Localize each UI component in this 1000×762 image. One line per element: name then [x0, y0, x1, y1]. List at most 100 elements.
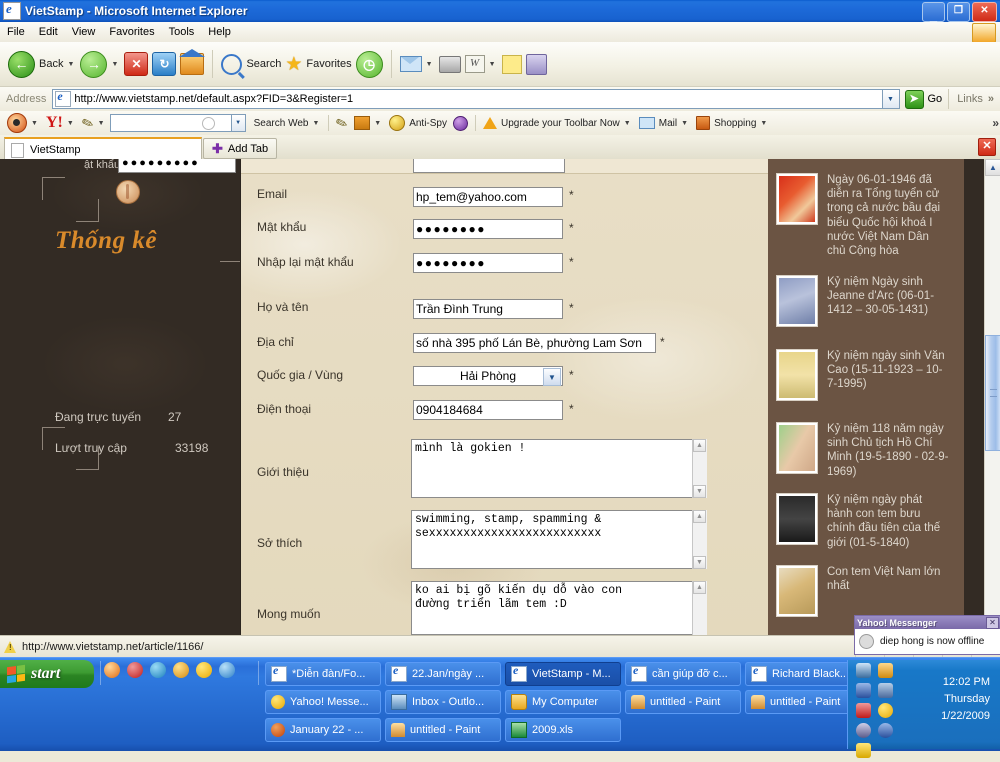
address-field-input[interactable]: số nhà 395 phố Lán Bè, phường Lam Sơn: [413, 333, 656, 353]
task-button-my-computer[interactable]: My Computer: [505, 690, 621, 714]
task-button-can-giup-do[interactable]: cần giúp đỡ c...: [625, 662, 741, 686]
yahoo-bookmarks-button[interactable]: ▼: [351, 116, 386, 130]
news-item-6[interactable]: Con tem Việt Nam lớn nhất: [776, 565, 949, 617]
firefox-quicklaunch-icon[interactable]: [104, 662, 120, 678]
research-button[interactable]: [524, 44, 549, 84]
menu-item-edit[interactable]: Edit: [32, 24, 65, 40]
menu-item-help[interactable]: Help: [201, 24, 238, 40]
menu-item-favorites[interactable]: Favorites: [102, 24, 161, 40]
tray-display-icon[interactable]: [856, 683, 871, 698]
tray-users-icon[interactable]: [878, 683, 894, 698]
news-item-2[interactable]: Kỷ niệm Ngày sinh Jeanne d'Arc (06-01-14…: [776, 275, 949, 327]
task-button-dien-dan[interactable]: *Diễn đàn/Fo...: [265, 662, 381, 686]
notes-button[interactable]: [500, 44, 524, 84]
links-chevron-icon[interactable]: »: [988, 93, 994, 105]
task-button-paint-1[interactable]: untitled - Paint: [625, 690, 741, 714]
forward-button[interactable]: → ▼: [78, 44, 122, 84]
yahoo-home-dropdown-icon[interactable]: ▼: [67, 120, 76, 127]
tray-yahoo-messenger-icon[interactable]: [878, 703, 894, 718]
mail-dropdown-icon[interactable]: ▼: [426, 61, 435, 68]
yahoo-highlight-button[interactable]: ✎: [333, 113, 351, 132]
yahoo-messenger-quicklaunch-icon[interactable]: [196, 662, 212, 678]
edit-button[interactable]: W ▼: [463, 44, 500, 84]
yahoo-popup-blocker-button[interactable]: [450, 115, 471, 131]
hobbies-textarea[interactable]: swimming, stamp, spamming & sexxxxxxxxxx…: [411, 510, 706, 569]
yahoo-search-dropdown-icon[interactable]: ▼: [231, 114, 246, 132]
news-item-4[interactable]: Kỷ niệm 118 năm ngày sinh Chủ tịch Hồ Ch…: [776, 422, 949, 479]
clipped-password-input[interactable]: ●●●●●●●●●: [118, 159, 236, 173]
yahoo-toolbar-logo-button[interactable]: ▼: [4, 113, 43, 133]
photo-quicklaunch-icon[interactable]: [173, 662, 189, 678]
scroll-up-icon[interactable]: ▲: [693, 510, 706, 523]
yahoo-antispy-button[interactable]: Anti-Spy: [386, 115, 450, 131]
yahoo-shopping-button[interactable]: Shopping ▼: [693, 116, 772, 130]
toast-close-button[interactable]: ✕: [986, 616, 999, 629]
task-button-yahoo-messenger[interactable]: Yahoo! Messe...: [265, 690, 381, 714]
yahoo-logo-dropdown-icon[interactable]: ▼: [31, 120, 40, 127]
upgrade-dropdown-icon[interactable]: ▼: [624, 120, 633, 127]
task-button-paint-2[interactable]: untitled - Paint: [745, 690, 861, 714]
yahoo-mail-dropdown-icon[interactable]: ▼: [681, 120, 690, 127]
tray-network-icon[interactable]: [856, 663, 871, 678]
hobbies-textarea-scrollbar[interactable]: ▲ ▼: [692, 510, 707, 569]
scroll-up-icon[interactable]: ▲: [693, 439, 706, 452]
yahoo-search-web-button[interactable]: Search Web ▼: [251, 118, 325, 129]
scroll-down-icon[interactable]: ▼: [693, 556, 706, 569]
search-web-dropdown-icon[interactable]: ▼: [312, 120, 321, 127]
yahoo-home-button[interactable]: Y! ▼: [43, 115, 79, 131]
yahoo-mail-button[interactable]: Mail ▼: [636, 117, 693, 129]
close-button[interactable]: ✕: [972, 2, 997, 22]
stop-button[interactable]: ✕: [122, 44, 150, 84]
tab-vietstamp[interactable]: VietStamp: [4, 137, 202, 161]
phone-input[interactable]: 0904184684: [413, 400, 563, 420]
fullname-input[interactable]: Trần Đình Trung: [413, 299, 563, 319]
pencil-dropdown-icon[interactable]: ▼: [98, 120, 107, 127]
yahoo-search-input[interactable]: [109, 114, 232, 132]
password-input[interactable]: ●●●●●●●●: [413, 219, 563, 239]
shopping-dropdown-icon[interactable]: ▼: [760, 120, 769, 127]
yahoo-overflow-icon[interactable]: »: [992, 116, 999, 130]
clipped-top-input[interactable]: [413, 159, 565, 173]
refresh-button[interactable]: ↻: [150, 44, 178, 84]
tray-update-icon[interactable]: [878, 723, 894, 738]
links-button[interactable]: Links »: [948, 89, 1000, 109]
menu-item-view[interactable]: View: [65, 24, 103, 40]
task-button-richard-black[interactable]: Richard Black...: [745, 662, 861, 686]
task-button-paint-3[interactable]: untitled - Paint: [385, 718, 501, 742]
confirm-password-input[interactable]: ●●●●●●●●: [413, 253, 563, 273]
wishes-textarea[interactable]: ko ai bị gõ kiến dụ dỗ vào con đường tri…: [411, 581, 706, 635]
favorites-button[interactable]: ★ Favorites: [283, 44, 353, 84]
intro-textarea[interactable]: mình là gokien !: [411, 439, 706, 498]
news-item-1[interactable]: Ngày 06-01-1946 đã diễn ra Tổng tuyển cử…: [776, 173, 949, 258]
task-button-22jan[interactable]: 22.Jan/ngày ...: [385, 662, 501, 686]
close-tab-button[interactable]: ✕: [978, 138, 996, 156]
search-button[interactable]: Search: [219, 44, 283, 84]
taskbar-grip-2[interactable]: [258, 661, 259, 685]
tray-volume-icon[interactable]: [856, 723, 871, 738]
start-button[interactable]: start: [0, 660, 94, 688]
task-button-inbox-outlook[interactable]: Inbox - Outlo...: [385, 690, 501, 714]
yahoo-pencil-button[interactable]: ✎ ▼: [79, 113, 110, 132]
forward-dropdown-icon[interactable]: ▼: [111, 61, 120, 68]
history-button[interactable]: ◷: [354, 44, 385, 84]
menu-item-tools[interactable]: Tools: [162, 24, 202, 40]
edit-dropdown-icon[interactable]: ▼: [489, 61, 498, 68]
task-button-vietstamp[interactable]: VietStamp - M...: [505, 662, 621, 686]
scroll-up-icon[interactable]: ▲: [693, 581, 706, 594]
tray-yahoo-toolbar-icon[interactable]: [856, 743, 871, 758]
opera-quicklaunch-icon[interactable]: [127, 662, 143, 678]
bookmarks-dropdown-icon[interactable]: ▼: [374, 120, 383, 127]
tray-mail-icon[interactable]: [878, 663, 894, 678]
back-dropdown-icon[interactable]: ▼: [67, 61, 76, 68]
scrollbar-thumb[interactable]: [985, 335, 1000, 451]
scroll-up-icon[interactable]: ▲: [985, 159, 1000, 176]
news-item-3[interactable]: Kỷ niệm ngày sinh Văn Cao (15-11-1923 – …: [776, 349, 949, 401]
add-tab-button[interactable]: ✚ Add Tab: [203, 138, 278, 159]
restore-button[interactable]: ❐: [947, 2, 970, 22]
email-input[interactable]: hp_tem@yahoo.com: [413, 187, 563, 207]
chevron-down-icon[interactable]: ▼: [543, 368, 561, 386]
menu-item-file[interactable]: File: [0, 24, 32, 40]
tray-antivirus-icon[interactable]: [856, 703, 871, 718]
minimize-button[interactable]: _: [922, 2, 945, 22]
wishes-textarea-scrollbar[interactable]: ▲: [692, 581, 707, 635]
